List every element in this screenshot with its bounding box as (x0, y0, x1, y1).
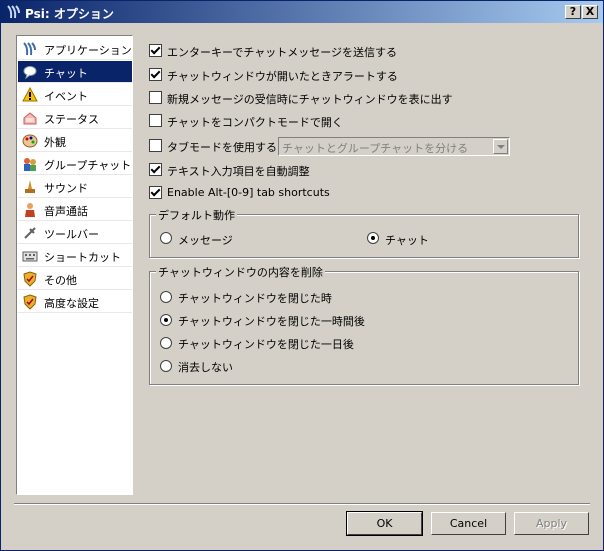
delete-contents-title: チャットウィンドウの内容を削除 (156, 264, 325, 280)
footer-divider (14, 503, 590, 505)
raise-on-new-checkbox[interactable] (149, 91, 162, 104)
default-action-title: デフォルト動作 (156, 207, 237, 223)
sidebar-item-label: その他 (44, 274, 77, 287)
sidebar-item-status[interactable]: ステータス (18, 107, 132, 129)
shield-icon (23, 271, 37, 287)
category-list[interactable]: アプリケーション チャット イベント ステータス 外観 グループチャット サウン… (16, 35, 133, 495)
groupchat-icon (24, 158, 36, 171)
window-title: Psi: オプション (25, 7, 114, 21)
never-delete-label: 消去しない (178, 361, 233, 374)
never-delete-radio[interactable] (160, 360, 172, 372)
chat-bubble-icon (23, 66, 37, 80)
alert-on-open-checkbox[interactable] (149, 68, 162, 81)
alt-shortcuts-label: Enable Alt-[0-9] tab shortcuts (167, 186, 330, 199)
send-on-enter-checkbox[interactable] (149, 44, 162, 57)
sidebar-item-label: サウンド (44, 182, 88, 195)
close-button[interactable]: X (582, 5, 598, 19)
sidebar-item-advanced[interactable]: 高度な設定 (18, 291, 132, 313)
raise-on-new-label: 新規メッセージの受信時にチャットウィンドウを表に出す (167, 93, 453, 106)
toolbar-icon (24, 227, 36, 239)
sidebar-item-toolbar[interactable]: ツールバー (18, 222, 132, 244)
sidebar-item-label: 音声通話 (44, 205, 88, 218)
sidebar-item-chat[interactable]: チャット (18, 61, 132, 83)
delete-after-day-label: チャットウィンドウを閉じた一日後 (178, 338, 354, 351)
delete-on-close-radio[interactable] (160, 291, 172, 303)
status-icon (23, 112, 37, 125)
sidebar-item-label: ショートカット (44, 251, 121, 264)
sidebar-item-sound[interactable]: サウンド (18, 176, 132, 198)
help-button[interactable]: ? (565, 5, 581, 19)
tab-mode-select-value: チャットとグループチャットを分ける (282, 142, 469, 155)
auto-resize-checkbox[interactable] (149, 163, 162, 176)
default-action-chat-radio[interactable] (367, 232, 379, 244)
sidebar-item-label: グループチャット (44, 159, 132, 172)
tab-mode-select[interactable]: チャットとグループチャットを分ける (278, 137, 510, 156)
delete-after-hour-radio[interactable] (160, 314, 172, 326)
shield-icon (23, 294, 37, 310)
default-action-chat-label: チャット (385, 234, 429, 247)
voice-call-icon (25, 203, 35, 217)
cancel-button[interactable]: Cancel (431, 512, 506, 535)
sidebar-item-appearance[interactable]: 外観 (18, 130, 132, 152)
delete-after-hour-label: チャットウィンドウを閉じた一時間後 (178, 315, 365, 328)
sidebar-item-label: ツールバー (44, 228, 99, 241)
sidebar-item-groupchat[interactable]: グループチャット (18, 153, 132, 175)
send-on-enter-label: エンターキーでチャットメッセージを送信する (167, 46, 398, 59)
apply-button[interactable]: Apply (514, 512, 589, 535)
sidebar-item-label: ステータス (44, 113, 99, 126)
auto-resize-label: テキスト入力項目を自動調整 (167, 165, 310, 178)
sidebar-item-label: アプリケーション (44, 44, 132, 57)
ok-button[interactable]: OK (346, 511, 423, 536)
alert-on-open-label: チャットウィンドウが開いたときアラートする (167, 70, 398, 83)
palette-icon (22, 134, 38, 148)
sidebar-item-voice-call[interactable]: 音声通話 (18, 199, 132, 221)
tab-mode-checkbox[interactable] (149, 139, 162, 152)
default-action-message-label: メッセージ (178, 234, 233, 247)
delete-after-day-radio[interactable] (160, 337, 172, 349)
compact-mode-label: チャットをコンパクトモードで開く (167, 116, 343, 129)
title-bar[interactable]: Psi: オプション ? X (1, 1, 603, 23)
options-window: Psi: オプション ? X アプリケーション チャット イベント ステータス … (0, 0, 604, 551)
delete-on-close-label: チャットウィンドウを閉じた時 (178, 292, 332, 305)
sidebar-item-label: 高度な設定 (44, 297, 99, 310)
sidebar-item-shortcuts[interactable]: ショートカット (18, 245, 132, 267)
sound-icon (25, 180, 35, 193)
sidebar-item-label: チャット (44, 67, 88, 80)
psi-logo-icon (7, 5, 20, 19)
sidebar-item-misc[interactable]: その他 (18, 268, 132, 290)
compact-mode-checkbox[interactable] (149, 114, 162, 127)
sidebar-item-label: 外観 (44, 136, 66, 149)
sidebar-item-events[interactable]: イベント (18, 84, 132, 106)
sidebar-item-application[interactable]: アプリケーション (18, 38, 132, 60)
alt-shortcuts-checkbox[interactable] (149, 186, 162, 199)
chevron-down-icon[interactable] (493, 139, 508, 154)
psi-logo-icon (23, 42, 36, 56)
tab-mode-label: タブモードを使用する: (167, 141, 281, 154)
warning-icon (22, 87, 38, 102)
keyboard-icon (22, 251, 38, 262)
sidebar-item-label: イベント (44, 90, 88, 103)
default-action-message-radio[interactable] (160, 232, 172, 244)
